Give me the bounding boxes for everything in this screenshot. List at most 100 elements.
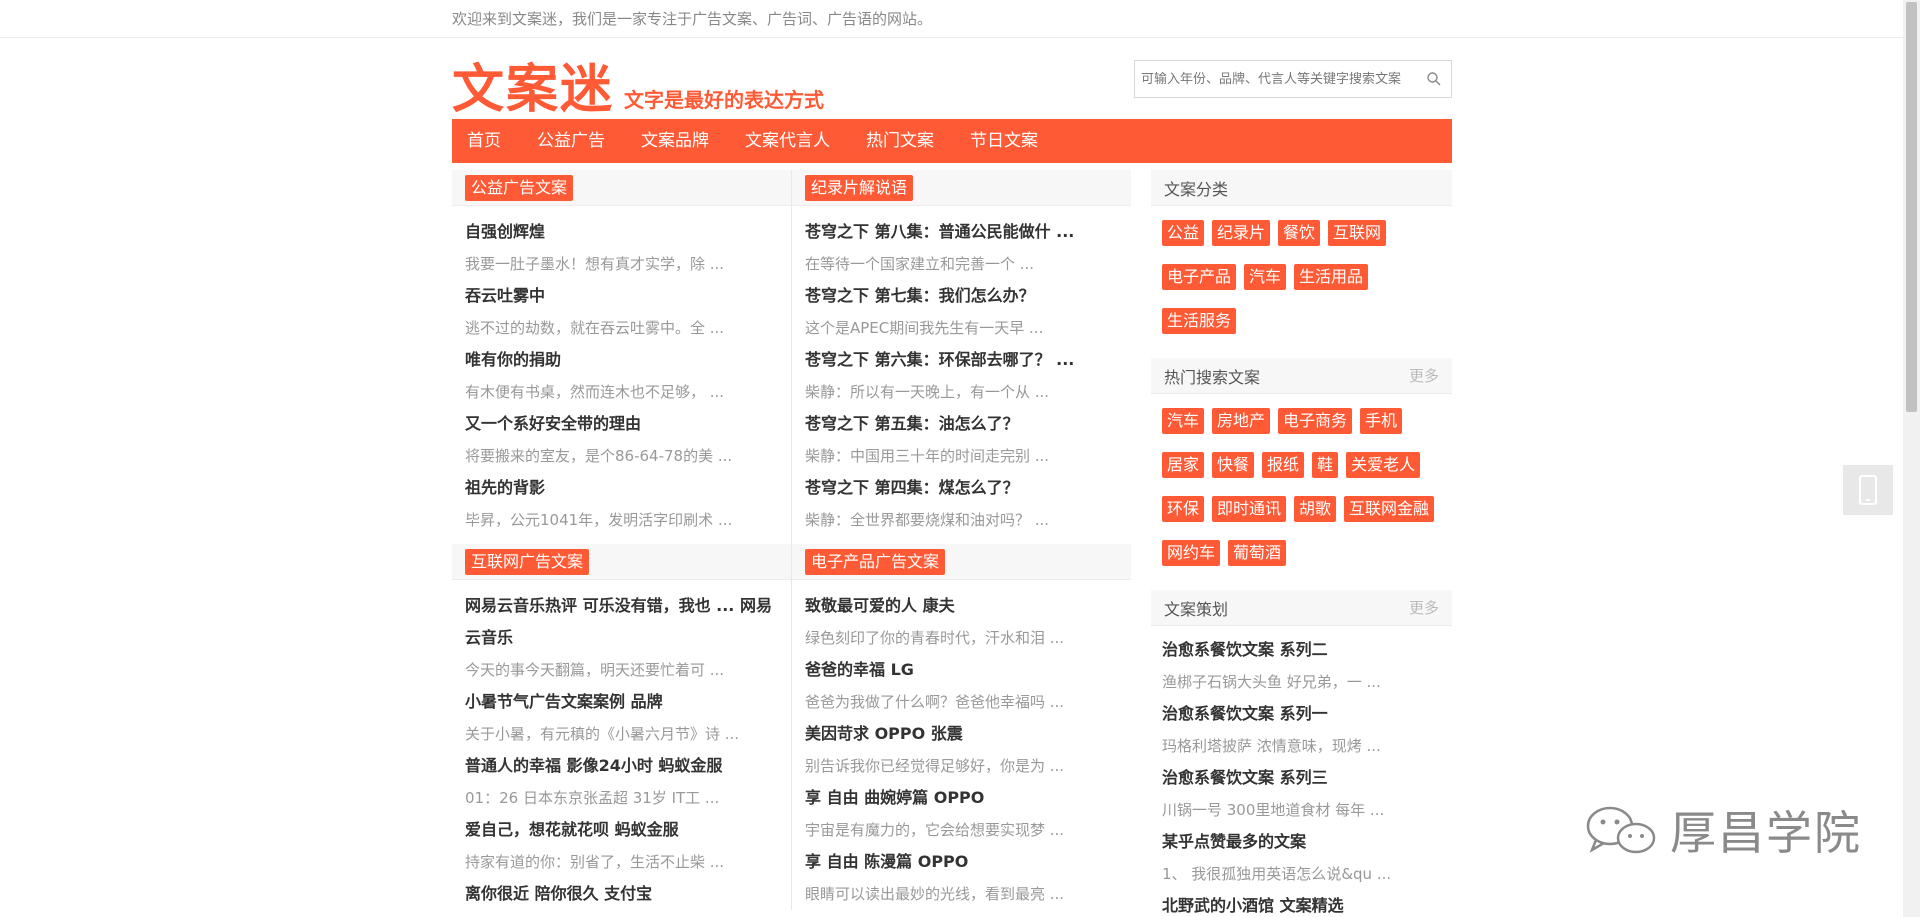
article-desc: 宇宙是有魔力的，它会给想要实现梦 ... [805,821,1065,839]
scrollbar-thumb[interactable] [1906,2,1917,412]
article-desc: 01：26 日本东京张孟超 31岁 IT工 ... [465,789,720,807]
nav-hot[interactable]: 热门文案 [866,119,934,163]
sidebar-title: 文案策划 [1164,599,1229,619]
article-title[interactable]: 苍穹之下 第五集：油怎么了？ [805,408,1131,440]
hot-tag[interactable]: 居家 [1162,452,1205,478]
article-title[interactable]: 治愈系餐饮文案 系列二 [1162,634,1452,666]
section-tag[interactable]: 纪录片解说语 [805,174,914,201]
article-desc: 绿色刻印了你的青春时代，汗水和泪 ... [805,629,1065,647]
site-header: 文案迷 文字是最好的表达方式 [452,48,1452,120]
article-title[interactable]: 北野武的小酒馆 文案精选 [1162,890,1452,917]
hot-tag[interactable]: 网约车 [1162,540,1221,566]
article-list: 苍穹之下 第八集：普通公民能做什 ... 在等待一个国家建立和完善一个 ... … [792,206,1131,536]
section-public-ads: 公益广告文案 自强创辉煌 我要一肚子墨水！想有真才实学，除 ... 吞云吐雾中 … [452,170,792,536]
article-title[interactable]: 小暑节气广告文案案例 品牌 [465,686,772,718]
article-title[interactable]: 又一个系好安全带的理由 [465,408,792,440]
article-title[interactable]: 唯有你的捐助 [465,344,792,376]
hot-tag[interactable]: 鞋 [1312,452,1339,478]
article-title[interactable]: 治愈系餐饮文案 系列三 [1162,762,1452,794]
mobile-qr-button[interactable] [1843,465,1893,515]
article-title[interactable]: 治愈系餐饮文案 系列一 [1162,698,1452,730]
category-tag[interactable]: 生活服务 [1162,308,1237,334]
nav-public-ads[interactable]: 公益广告 [537,119,605,163]
article-title[interactable]: 吞云吐雾中 [465,280,792,312]
article-title[interactable]: 自强创辉煌 [465,216,792,248]
article-title[interactable]: 致敬最可爱的人 康夫 [805,590,1131,622]
section-tag[interactable]: 互联网广告文案 [465,548,590,575]
more-link[interactable]: 更多 [1409,365,1439,386]
sidebar-categories: 文案分类 公益 纪录片 餐饮 互联网 电子产品 汽车 生活用品 生活服务 [1151,170,1452,358]
search-input[interactable] [1135,62,1415,96]
category-tag[interactable]: 生活用品 [1294,264,1369,290]
hot-tag[interactable]: 报纸 [1262,452,1305,478]
planning-list: 治愈系餐饮文案 系列二 渔梆子石锅大头鱼 好兄弟，一 ... 治愈系餐饮文案 系… [1151,626,1452,917]
category-tag[interactable]: 纪录片 [1212,220,1271,246]
page-scrollbar[interactable] [1903,0,1920,917]
category-tag[interactable]: 餐饮 [1278,220,1321,246]
sidebar: 文案分类 公益 纪录片 餐饮 互联网 电子产品 汽车 生活用品 生活服务 热门搜… [1151,170,1452,917]
hot-tag[interactable]: 葡萄酒 [1228,540,1287,566]
article-list: 致敬最可爱的人 康夫 绿色刻印了你的青春时代，汗水和泪 ... 爸爸的幸福 LG… [792,580,1131,910]
article-desc: 渔梆子石锅大头鱼 好兄弟，一 ... [1162,673,1381,691]
content-column-left: 公益广告文案 自强创辉煌 我要一肚子墨水！想有真才实学，除 ... 吞云吐雾中 … [452,170,792,910]
article-title[interactable]: 爱自己，想花就花呗 蚂蚁金服 [465,814,772,846]
hot-tag[interactable]: 即时通讯 [1212,496,1287,522]
category-tag[interactable]: 汽车 [1244,264,1287,290]
hot-tag[interactable]: 电子商务 [1278,408,1353,434]
article-title[interactable]: 苍穹之下 第六集：环保部去哪了？ ... [805,344,1131,376]
search-icon[interactable] [1426,71,1442,87]
article-title[interactable]: 享 自由 曲婉婷篇 OPPO [805,782,1131,814]
hot-tag[interactable]: 环保 [1162,496,1205,522]
article-desc: 关于小暑，有元稹的《小暑六月节》诗 ... [465,725,740,743]
sidebar-hot-search: 热门搜索文案 更多 汽车 房地产 电子商务 手机 居家 快餐 报纸 鞋 关爱老人… [1151,358,1452,590]
hot-tag[interactable]: 房地产 [1212,408,1271,434]
article-desc: 爸爸为我做了什么啊？爸爸他幸福吗 ... [805,693,1065,711]
article-desc: 持家有道的你：别省了，生活不止柴 ... [465,853,725,871]
hot-tag[interactable]: 关爱老人 [1346,452,1421,478]
search-box [1134,60,1452,98]
sidebar-header: 热门搜索文案 更多 [1151,358,1452,394]
section-header: 纪录片解说语 [792,170,1131,206]
hot-tag[interactable]: 快餐 [1212,452,1255,478]
article-desc: 眼睛可以读出最妙的光线，看到最亮 ... [805,885,1065,903]
article-title[interactable]: 爸爸的幸福 LG [805,654,1131,686]
article-title[interactable]: 美因苛求 OPPO 张震 [805,718,1131,750]
article-title[interactable]: 苍穹之下 第四集：煤怎么了？ [805,472,1131,504]
article-desc: 在等待一个国家建立和完善一个 ... [805,255,1035,273]
article-title[interactable]: 普通人的幸福 影像24小时 蚂蚁金服 [465,750,772,782]
article-list: 自强创辉煌 我要一肚子墨水！想有真才实学，除 ... 吞云吐雾中 逃不过的劫数，… [452,206,792,536]
hot-tag[interactable]: 互联网金融 [1344,496,1435,522]
section-internet-ads: 互联网广告文案 网易云音乐热评 可乐没有错，我也 ... 网易云音乐 今天的事今… [452,544,792,910]
category-tag[interactable]: 互联网 [1328,220,1387,246]
article-title[interactable]: 离你很近 陪你很久 支付宝 [465,878,772,910]
hot-tag[interactable]: 手机 [1360,408,1403,434]
section-tag[interactable]: 电子产品广告文案 [805,548,946,575]
article-title[interactable]: 享 自由 陈漫篇 OPPO [805,846,1131,878]
category-tag[interactable]: 电子产品 [1162,264,1237,290]
article-title[interactable]: 某乎点赞最多的文案 [1162,826,1452,858]
article-desc: 今天的事今天翻篇，明天还要忙着可 ... [465,661,725,679]
article-title[interactable]: 祖先的背影 [465,472,792,504]
article-title[interactable]: 苍穹之下 第八集：普通公民能做什 ... [805,216,1131,248]
hot-tag[interactable]: 胡歌 [1294,496,1337,522]
nav-brands[interactable]: 文案品牌 [641,119,709,163]
article-title[interactable]: 网易云音乐热评 可乐没有错，我也 ... 网易云音乐 [465,590,772,654]
site-logo[interactable]: 文案迷 文字是最好的表达方式 [452,58,824,118]
category-tag[interactable]: 公益 [1162,220,1205,246]
article-desc: 玛格利塔披萨 浓情意味，现烤 ... [1162,737,1381,755]
nav-home[interactable]: 首页 [467,119,501,163]
sidebar-title: 文案分类 [1164,179,1229,199]
watermark: 厚昌学院 [1580,800,1862,860]
article-desc: 1、 我很孤独用英语怎么说&qu ... [1162,865,1392,883]
welcome-text: 欢迎来到文案迷，我们是一家专注于广告文案、广告词、广告语的网站。 [452,10,933,28]
section-documentary: 纪录片解说语 苍穹之下 第八集：普通公民能做什 ... 在等待一个国家建立和完善… [792,170,1131,536]
more-link[interactable]: 更多 [1409,597,1439,618]
article-desc: 这个是APEC期间我先生有一天早 ... [805,319,1044,337]
nav-spokesperson[interactable]: 文案代言人 [745,119,830,163]
nav-festival[interactable]: 节日文案 [970,119,1038,163]
section-tag[interactable]: 公益广告文案 [465,174,574,201]
article-title[interactable]: 苍穹之下 第七集：我们怎么办？ [805,280,1131,312]
main-nav: 首页 公益广告 文案品牌 文案代言人 热门文案 节日文案 [452,119,1452,163]
article-desc: 将要搬来的室友，是个86-64-78的美 ... [465,447,733,465]
hot-tag[interactable]: 汽车 [1162,408,1205,434]
